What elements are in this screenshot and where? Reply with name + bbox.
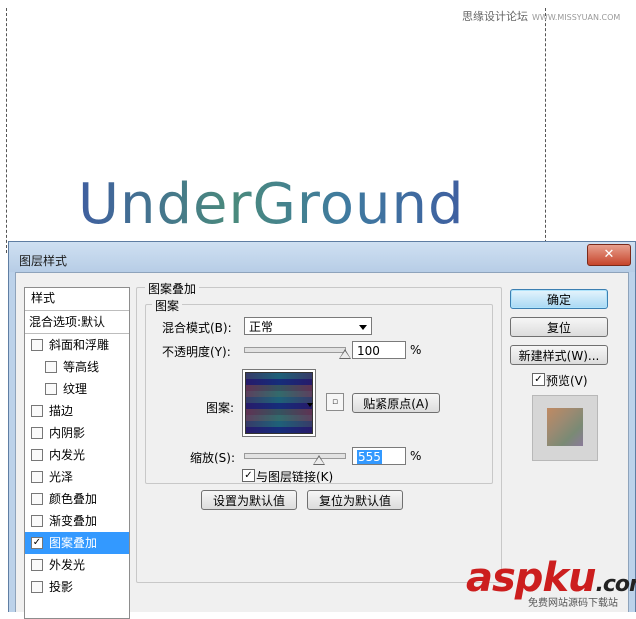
style-item-label: 外发光 — [49, 558, 86, 572]
link-with-layer-checkbox[interactable]: ✓ — [242, 469, 255, 482]
pattern-subgroup-title: 图案 — [152, 297, 183, 314]
opacity-unit: % — [410, 343, 422, 357]
pattern-swatch — [245, 372, 313, 434]
style-item[interactable]: ✓ 图案叠加 — [25, 532, 129, 554]
pattern-overlay-group: 图案叠加 图案 混合模式(B): 正常 不透明度(Y): 100 % 图案: ▫… — [136, 280, 502, 583]
style-item-checkbox[interactable] — [45, 361, 57, 373]
style-item-label: 纹理 — [63, 382, 88, 396]
blend-mode-label: 混合模式(B): — [162, 321, 232, 335]
close-icon: ✕ — [603, 247, 615, 262]
document-canvas: 思缘设计论坛 WWW.MISSYUAN.COM UnderGround — [0, 0, 636, 253]
blend-mode-value: 正常 — [249, 320, 274, 334]
ok-button[interactable]: 确定 — [510, 289, 608, 309]
style-item-checkbox[interactable] — [31, 559, 43, 571]
scale-label: 缩放(S): — [190, 451, 236, 465]
style-item-label: 图案叠加 — [49, 536, 98, 550]
pattern-label: 图案: — [206, 401, 235, 415]
chevron-down-icon[interactable] — [307, 403, 313, 407]
reset-button[interactable]: 复位 — [510, 317, 608, 337]
blend-mode-select[interactable]: 正常 — [244, 317, 372, 335]
style-item[interactable]: 内阴影 — [25, 422, 129, 444]
style-item-checkbox[interactable] — [31, 581, 43, 593]
style-item-checkbox[interactable] — [31, 493, 43, 505]
reset-to-default-button[interactable]: 复位为默认值 — [307, 490, 403, 510]
opacity-slider-handle[interactable] — [339, 349, 351, 359]
watermark: 思缘设计论坛 WWW.MISSYUAN.COM — [462, 8, 620, 24]
style-item[interactable]: 纹理 — [25, 378, 129, 400]
preview-checkbox[interactable]: ✓ — [532, 373, 545, 386]
dialog-titlebar[interactable]: 图层样式 ✕ — [9, 242, 635, 272]
style-item[interactable]: 等高线 — [25, 356, 129, 378]
style-item[interactable]: 描边 — [25, 400, 129, 422]
watermark-text: 思缘设计论坛 — [462, 10, 528, 23]
make-default-button[interactable]: 设置为默认值 — [201, 490, 297, 510]
style-item-label: 投影 — [49, 580, 74, 594]
style-item-label: 内发光 — [49, 448, 86, 462]
style-item-checkbox[interactable]: ✓ — [31, 537, 43, 549]
chevron-down-icon — [359, 325, 367, 330]
snap-to-origin-button[interactable]: 贴紧原点(A) — [352, 393, 440, 413]
style-item-checkbox[interactable] — [31, 427, 43, 439]
style-preview-thumbnail — [532, 395, 598, 461]
close-button[interactable]: ✕ — [587, 244, 631, 266]
style-item[interactable]: 颜色叠加 — [25, 488, 129, 510]
style-item-checkbox[interactable] — [31, 471, 43, 483]
style-item-checkbox[interactable] — [31, 515, 43, 527]
style-item-checkbox[interactable] — [31, 449, 43, 461]
scale-slider-handle[interactable] — [313, 455, 325, 465]
opacity-label: 不透明度(Y): — [162, 345, 231, 359]
style-item-label: 渐变叠加 — [49, 514, 98, 528]
style-item-label: 描边 — [49, 404, 74, 418]
preview-label: 预览(V) — [546, 374, 588, 388]
opacity-input[interactable]: 100 — [352, 341, 406, 359]
style-item-label: 斜面和浮雕 — [49, 338, 110, 352]
style-item[interactable]: 内发光 — [25, 444, 129, 466]
dialog-title: 图层样式 — [19, 254, 68, 268]
styles-list: 样式 混合选项:默认 斜面和浮雕等高线纹理描边内阴影内发光光泽颜色叠加渐变叠加 ✓… — [24, 287, 130, 619]
scale-input[interactable]: 555 — [352, 447, 406, 465]
style-item[interactable]: 外发光 — [25, 554, 129, 576]
new-style-button[interactable]: 新建样式(W)... — [510, 345, 608, 365]
canvas-headline-text: UnderGround — [78, 172, 465, 237]
style-item-label: 等高线 — [63, 360, 100, 374]
style-item-checkbox[interactable] — [31, 339, 43, 351]
blending-options-item[interactable]: 混合选项:默认 — [25, 311, 129, 334]
aspku-logo-subtitle: 免费网站源码下载站 — [528, 598, 618, 609]
style-item-label: 内阴影 — [49, 426, 86, 440]
watermark-url: WWW.MISSYUAN.COM — [532, 13, 621, 22]
pattern-overlay-group-title: 图案叠加 — [145, 280, 200, 297]
link-with-layer-label: 与图层链接(K) — [256, 470, 334, 484]
style-preview-swatch — [547, 408, 583, 446]
styles-header[interactable]: 样式 — [25, 288, 129, 311]
style-item-label: 光泽 — [49, 470, 74, 484]
pattern-subgroup: 图案 混合模式(B): 正常 不透明度(Y): 100 % 图案: ▫ 贴紧原点… — [145, 297, 493, 484]
style-item-label: 颜色叠加 — [49, 492, 98, 506]
pattern-picker[interactable] — [242, 369, 316, 437]
style-item-checkbox[interactable] — [31, 405, 43, 417]
style-item[interactable]: 投影 — [25, 576, 129, 598]
style-item[interactable]: 光泽 — [25, 466, 129, 488]
style-item[interactable]: 斜面和浮雕 — [25, 334, 129, 356]
scale-slider[interactable] — [244, 453, 346, 465]
scale-unit: % — [410, 449, 422, 463]
style-item[interactable]: 渐变叠加 — [25, 510, 129, 532]
style-item-checkbox[interactable] — [45, 383, 57, 395]
new-preset-icon[interactable]: ▫ — [326, 393, 344, 411]
opacity-slider[interactable] — [244, 347, 351, 359]
